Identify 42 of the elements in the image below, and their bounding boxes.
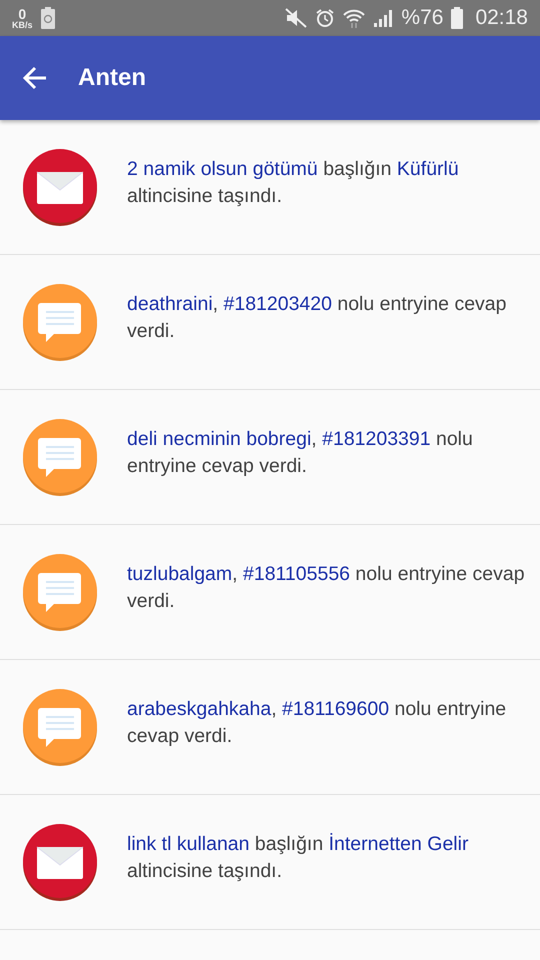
signal-icon [373,8,394,28]
link[interactable]: #181105556 [243,563,350,585]
notification-text: tuzlubalgam, #181105556 nolu entryine cevap verdi. [127,562,526,614]
battery-icon [451,7,464,29]
network-speed-unit: KB/s [12,20,33,30]
notification-item[interactable]: link tl kullanan başlığın İnternetten Gelir altincisine taşındı. [0,795,540,930]
notification-item[interactable]: 2 namik olsun götümü başlığın Küfürlü altincisine taşındı. [0,120,540,255]
screen-title: Anten [78,64,146,92]
battery-recycle-icon [40,7,55,29]
link[interactable]: İnternetten Gelir [328,833,468,855]
alarm-icon [315,8,336,28]
notification-text: deathraini, #181203420 nolu entryine cevap verdi. [127,292,508,344]
link[interactable]: arabeskgahkaha [127,698,272,720]
link[interactable]: tuzlubalgam [127,563,232,585]
back-arrow-icon [22,65,48,91]
link[interactable]: deathraini [127,293,213,315]
speech-bubble-icon [21,283,99,361]
link[interactable]: #181203420 [224,293,332,315]
battery-percentage: %76 [401,6,444,30]
notification-text: arabeskgahkaha, #181169600 nolu entryine cevap verdi. [127,697,508,749]
link[interactable]: link tl kullanan [127,833,250,855]
notification-text: deli necminin bobregi, #181203391 nolu entryine cevap verdi. [127,427,474,479]
envelope-icon [21,148,99,226]
notification-item[interactable]: tuzlubalgam, #181105556 nolu entryine cevap verdi. [0,525,540,660]
link[interactable]: Küfürlü [396,158,459,180]
clock: 02:18 [475,6,528,30]
speech-bubble-icon [21,688,99,766]
notification-text: 2 namik olsun götümü başlığın Küfürlü altincisine taşındı. [127,157,460,209]
network-speed-value: 0 [18,6,26,20]
speech-bubble-icon [21,553,99,631]
link[interactable]: 2 namik olsun götümü [127,158,318,180]
link[interactable]: #181203391 [322,428,431,450]
notification-text: link tl kullanan başlığın İnternetten Gelir altincisine taşındı. [127,832,470,884]
mute-icon [285,8,308,28]
speech-bubble-icon [21,418,99,496]
notification-item[interactable]: deli necminin bobregi, #181203391 nolu entryine cevap verdi. [0,390,540,525]
link[interactable]: deli necminin bobregi [127,428,312,450]
envelope-icon [21,823,99,901]
notification-item[interactable]: arabeskgahkaha, #181169600 nolu entryine cevap verdi. [0,660,540,795]
wifi-icon [343,8,366,28]
link[interactable]: #181169600 [282,698,390,720]
notification-item[interactable]: deathraini, #181203420 nolu entryine cevap verdi. [0,255,540,390]
